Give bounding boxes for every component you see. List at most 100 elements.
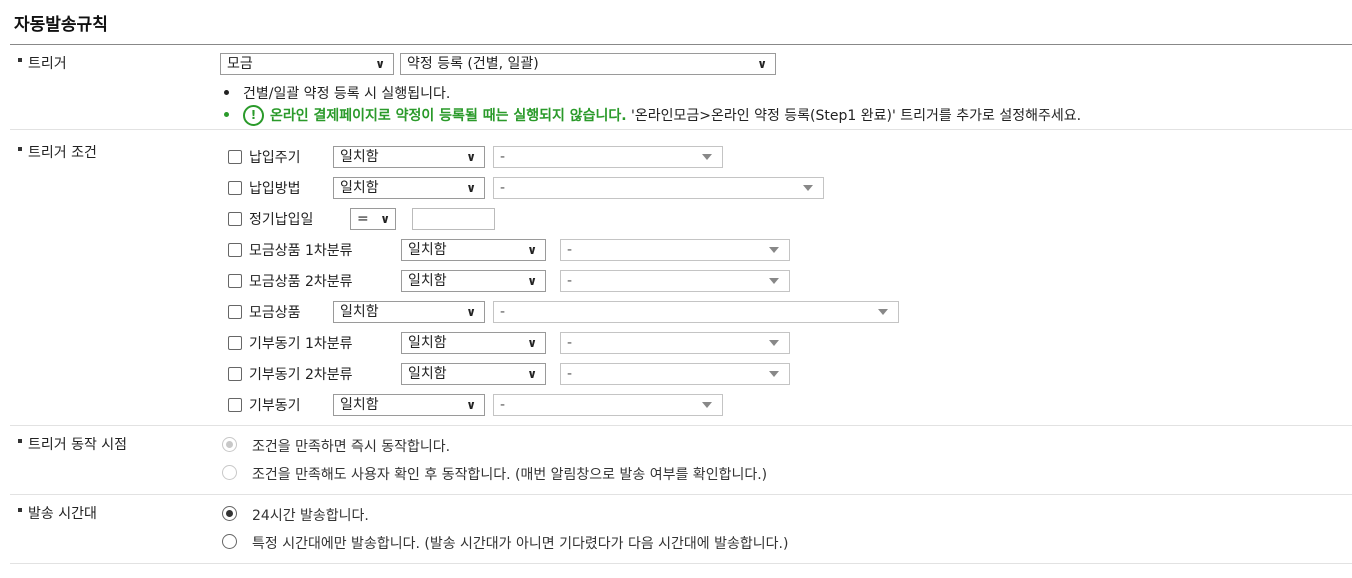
timing-confirm-label: 조건을 만족해도 사용자 확인 후 동작합니다. (매번 알림창으로 발송 여부… bbox=[252, 467, 768, 483]
condition-checkbox[interactable] bbox=[228, 274, 242, 288]
condition-operator-select[interactable]: = ∨ bbox=[350, 208, 396, 230]
condition-label: 기부동기 bbox=[249, 398, 301, 414]
bullet-icon bbox=[18, 58, 22, 62]
bullet-dot bbox=[224, 111, 229, 117]
caret-down-icon bbox=[769, 247, 779, 253]
value-placeholder: - bbox=[567, 335, 573, 351]
condition-value-select[interactable]: - bbox=[493, 301, 899, 323]
timing-confirm-radio[interactable] bbox=[222, 465, 237, 480]
timing-immediate-label: 조건을 만족하면 즉시 동작합니다. bbox=[252, 439, 451, 455]
condition-label: 납입주기 bbox=[249, 150, 301, 166]
condition-value-select[interactable]: - bbox=[493, 146, 723, 168]
condition-label: 기부동기 2차분류 bbox=[249, 367, 353, 383]
condition-checkbox[interactable] bbox=[228, 150, 242, 164]
condition-value-select[interactable]: - bbox=[560, 239, 790, 261]
trigger-row: 트리거 모금 ∨ 약정 등록 (건별, 일괄) ∨ 건별/일괄 약정 등록 시 실행… bbox=[10, 45, 1352, 130]
value-placeholder: - bbox=[500, 149, 506, 165]
caret-down-icon bbox=[878, 309, 888, 315]
sendtime-row: 발송 시간대 24시간 발송합니다. 특정 시간대에만 발송합니다. (발송 시… bbox=[10, 495, 1352, 564]
match-value: 일치함 bbox=[340, 304, 379, 320]
condition-checkbox[interactable] bbox=[228, 212, 242, 226]
trigger-note: 건별/일괄 약정 등록 시 실행됩니다. bbox=[224, 83, 450, 103]
condition-checkbox[interactable] bbox=[228, 336, 242, 350]
condition-label: 모금상품 bbox=[249, 305, 301, 321]
match-value: 일치함 bbox=[340, 180, 379, 196]
chevron-down-icon: ∨ bbox=[527, 336, 537, 350]
conditions-label: 트리거 조건 bbox=[18, 142, 97, 162]
sendtime-specific-label: 특정 시간대에만 발송합니다. (발송 시간대가 아니면 기다렸다가 다음 시간… bbox=[252, 536, 789, 552]
operator-value: = bbox=[357, 211, 369, 227]
value-placeholder: - bbox=[500, 180, 506, 196]
trigger-category-value: 모금 bbox=[227, 56, 253, 72]
condition-value-select[interactable]: - bbox=[560, 270, 790, 292]
conditions-label-text: 트리거 조건 bbox=[28, 145, 97, 161]
value-placeholder: - bbox=[567, 242, 573, 258]
trigger-label-text: 트리거 bbox=[28, 56, 67, 72]
bullet-icon bbox=[18, 508, 22, 512]
condition-value-select[interactable]: - bbox=[493, 177, 824, 199]
condition-match-select[interactable]: 일치함 ∨ bbox=[333, 146, 485, 168]
caret-down-icon bbox=[803, 185, 813, 191]
timing-label: 트리거 동작 시점 bbox=[18, 434, 127, 454]
condition-match-select[interactable]: 일치함 ∨ bbox=[401, 270, 546, 292]
trigger-category-select[interactable]: 모금 ∨ bbox=[220, 53, 394, 75]
condition-value-select[interactable]: - bbox=[560, 332, 790, 354]
condition-checkbox[interactable] bbox=[228, 398, 242, 412]
trigger-event-select[interactable]: 약정 등록 (건별, 일괄) ∨ bbox=[400, 53, 776, 75]
match-value: 일치함 bbox=[340, 397, 379, 413]
match-value: 일치함 bbox=[408, 335, 447, 351]
caret-down-icon bbox=[769, 340, 779, 346]
timing-label-text: 트리거 동작 시점 bbox=[28, 437, 128, 453]
chevron-down-icon: ∨ bbox=[466, 181, 476, 195]
condition-match-select[interactable]: 일치함 ∨ bbox=[333, 394, 485, 416]
match-value: 일치함 bbox=[408, 273, 447, 289]
match-value: 일치함 bbox=[340, 149, 379, 165]
condition-label: 모금상품 1차분류 bbox=[249, 243, 353, 259]
condition-value-select[interactable]: - bbox=[493, 394, 723, 416]
condition-match-select[interactable]: 일치함 ∨ bbox=[333, 301, 485, 323]
payment-day-input[interactable] bbox=[412, 208, 495, 230]
trigger-note-text: 건별/일괄 약정 등록 시 실행됩니다. bbox=[243, 86, 451, 102]
condition-match-select[interactable]: 일치함 ∨ bbox=[333, 177, 485, 199]
chevron-down-icon: ∨ bbox=[527, 367, 537, 381]
caret-down-icon bbox=[702, 402, 712, 408]
auto-send-rule-panel: 자동발송규칙 트리거 모금 ∨ 약정 등록 (건별, 일괄) ∨ 건별/일괄 약정 … bbox=[0, 0, 1352, 578]
condition-label: 정기납입일 bbox=[249, 212, 314, 228]
caret-down-icon bbox=[769, 278, 779, 284]
match-value: 일치함 bbox=[408, 366, 447, 382]
exclamation-icon: ! bbox=[243, 104, 264, 126]
chevron-down-icon: ∨ bbox=[527, 274, 537, 288]
condition-match-select[interactable]: 일치함 ∨ bbox=[401, 363, 546, 385]
conditions-row: 트리거 조건 납입주기 일치함 ∨ - 납입방법 일치함 ∨ - 정기납입일 = ∨ … bbox=[10, 130, 1352, 426]
chevron-down-icon: ∨ bbox=[375, 57, 385, 71]
condition-label: 모금상품 2차분류 bbox=[249, 274, 353, 290]
chevron-down-icon: ∨ bbox=[466, 150, 476, 164]
trigger-event-value: 약정 등록 (건별, 일괄) bbox=[407, 56, 539, 72]
bullet-icon bbox=[18, 147, 22, 151]
condition-checkbox[interactable] bbox=[228, 243, 242, 257]
condition-checkbox[interactable] bbox=[228, 367, 242, 381]
chevron-down-icon: ∨ bbox=[527, 243, 537, 257]
condition-match-select[interactable]: 일치함 ∨ bbox=[401, 239, 546, 261]
condition-value-select[interactable]: - bbox=[560, 363, 790, 385]
sendtime-24h-radio[interactable] bbox=[222, 506, 237, 521]
condition-match-select[interactable]: 일치함 ∨ bbox=[401, 332, 546, 354]
timing-row: 트리거 동작 시점 조건을 만족하면 즉시 동작합니다. 조건을 만족해도 사용… bbox=[10, 426, 1352, 495]
value-placeholder: - bbox=[567, 366, 573, 382]
trigger-warning-rest: '온라인모금>온라인 약정 등록(Step1 완료)' 트리거를 추가로 설정해… bbox=[631, 108, 1082, 124]
bullet-icon bbox=[18, 439, 22, 443]
condition-label: 납입방법 bbox=[249, 181, 301, 197]
sendtime-specific-radio[interactable] bbox=[222, 534, 237, 549]
trigger-label: 트리거 bbox=[18, 53, 67, 73]
chevron-down-icon: ∨ bbox=[757, 57, 767, 71]
chevron-down-icon: ∨ bbox=[466, 398, 476, 412]
value-placeholder: - bbox=[500, 304, 506, 320]
caret-down-icon bbox=[769, 371, 779, 377]
chevron-down-icon: ∨ bbox=[380, 212, 390, 226]
condition-checkbox[interactable] bbox=[228, 305, 242, 319]
trigger-warning: ! 온라인 결제페이지로 약정이 등록될 때는 실행되지 않습니다. '온라인모금… bbox=[224, 104, 1082, 127]
page-title: 자동발송규칙 bbox=[14, 15, 108, 35]
condition-checkbox[interactable] bbox=[228, 181, 242, 195]
sendtime-label: 발송 시간대 bbox=[18, 503, 97, 523]
timing-immediate-radio[interactable] bbox=[222, 437, 237, 452]
